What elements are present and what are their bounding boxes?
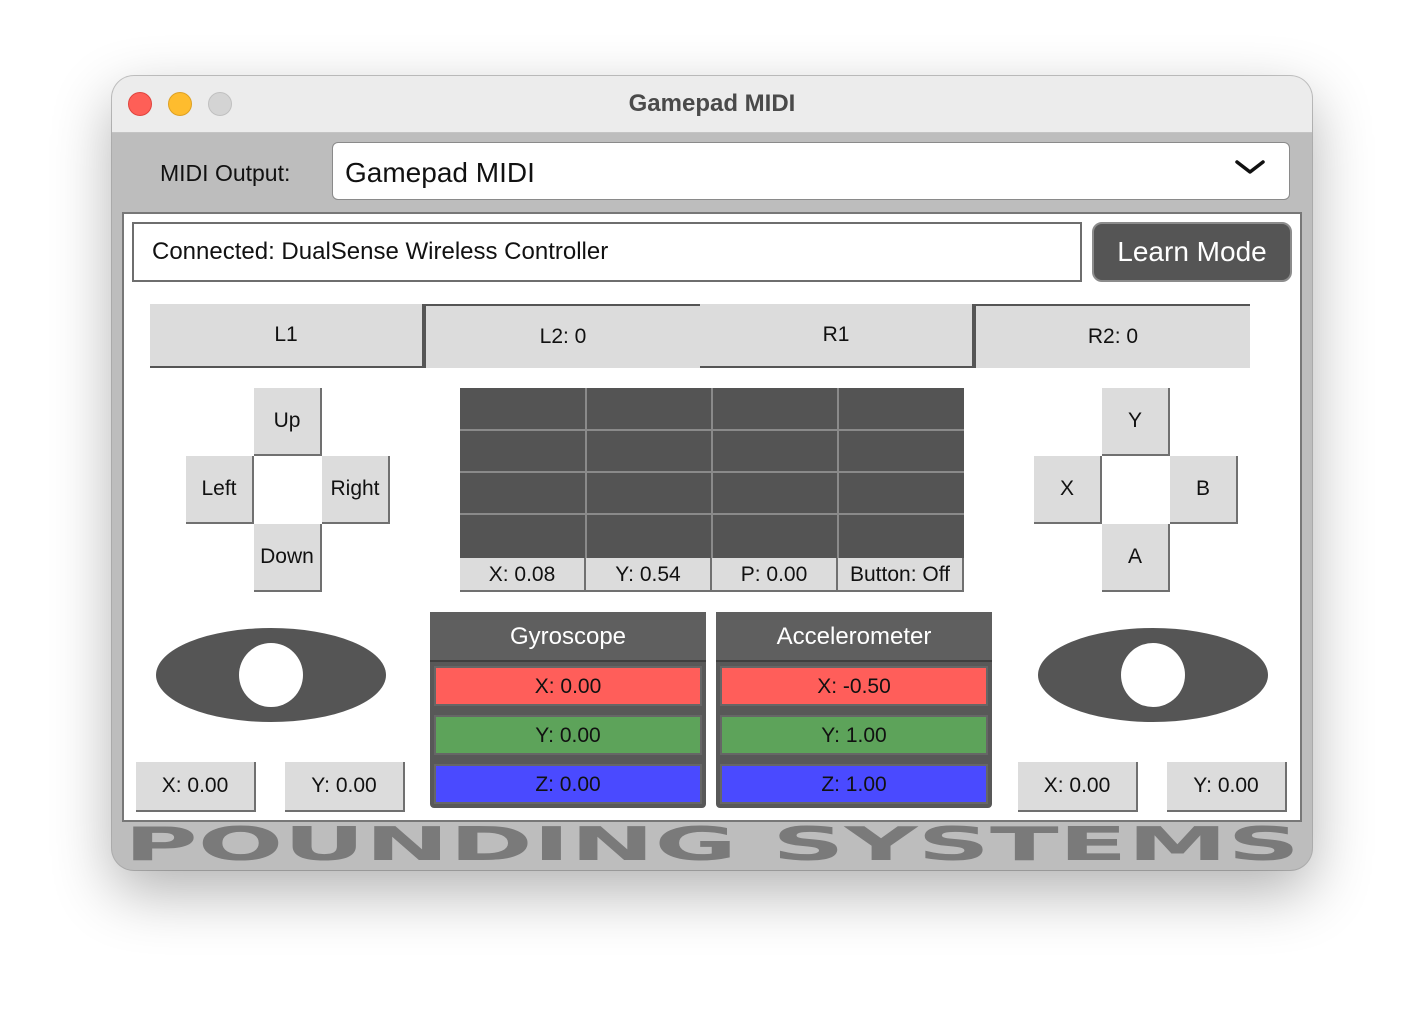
- connection-status: Connected: DualSense Wireless Controller: [132, 222, 1082, 282]
- pounding-systems-logo: POUNDING SYSTEMS: [124, 822, 1300, 868]
- left-stick-knob[interactable]: [239, 643, 303, 707]
- gyroscope-y-bar: Y: 0.00: [434, 715, 702, 755]
- accelerometer-z-bar: Z: 1.00: [720, 764, 988, 804]
- dpad-up-button[interactable]: Up: [254, 388, 322, 456]
- touchpad-grid-line: [585, 388, 587, 558]
- accelerometer-title: Accelerometer: [716, 612, 992, 662]
- midi-output-value: Gamepad MIDI: [345, 157, 535, 188]
- left-stick-y-readout: Y: 0.00: [285, 762, 405, 812]
- r1-button[interactable]: R1: [700, 304, 974, 368]
- midi-output-label: MIDI Output:: [160, 160, 291, 186]
- accelerometer-y-bar: Y: 1.00: [720, 715, 988, 755]
- face-x-button[interactable]: X: [1034, 456, 1102, 524]
- chevron-down-icon: [1235, 160, 1265, 174]
- gyroscope-z-bar: Z: 0.00: [434, 764, 702, 804]
- touchpad-grid-line: [460, 471, 964, 473]
- dpad-left-button[interactable]: Left: [186, 456, 254, 524]
- accelerometer-x-bar: X: -0.50: [720, 666, 988, 706]
- touchpad-grid-line: [837, 388, 839, 558]
- dpad-right-button[interactable]: Right: [322, 456, 390, 524]
- accelerometer-panel: Accelerometer X: -0.50 Y: 1.00 Z: 1.00: [716, 612, 992, 808]
- touchpad-grid-line: [460, 513, 964, 515]
- touchpad-pressure-readout: P: 0.00: [712, 558, 838, 592]
- touchpad-grid-line: [460, 429, 964, 431]
- l2-trigger[interactable]: L2: 0: [424, 304, 700, 368]
- title-bar: Gamepad MIDI: [112, 76, 1312, 133]
- dpad-down-button[interactable]: Down: [254, 524, 322, 592]
- l1-button[interactable]: L1: [150, 304, 424, 368]
- right-stick-x-readout: X: 0.00: [1018, 762, 1138, 812]
- right-stick-y-readout: Y: 0.00: [1167, 762, 1287, 812]
- app-window: Gamepad MIDI MIDI Output: Gamepad MIDI C…: [112, 76, 1312, 870]
- touchpad-y-readout: Y: 0.54: [586, 558, 712, 592]
- logo-text: POUNDING SYSTEMS: [124, 822, 1300, 868]
- midi-output-select[interactable]: Gamepad MIDI: [332, 142, 1290, 200]
- connection-status-text: Connected: DualSense Wireless Controller: [152, 238, 609, 265]
- face-a-button[interactable]: A: [1102, 524, 1170, 592]
- touchpad-area[interactable]: [460, 388, 964, 558]
- r2-trigger[interactable]: R2: 0: [974, 304, 1250, 368]
- face-y-button[interactable]: Y: [1102, 388, 1170, 456]
- face-b-button[interactable]: B: [1170, 456, 1238, 524]
- learn-mode-button[interactable]: Learn Mode: [1092, 222, 1292, 282]
- touchpad-grid-line: [711, 388, 713, 558]
- gyroscope-title: Gyroscope: [430, 612, 706, 662]
- touchpad-button-readout: Button: Off: [838, 558, 964, 592]
- gyroscope-panel: Gyroscope X: 0.00 Y: 0.00 Z: 0.00: [430, 612, 706, 808]
- window-title: Gamepad MIDI: [628, 90, 796, 117]
- touchpad-x-readout: X: 0.08: [460, 558, 586, 592]
- gyroscope-x-bar: X: 0.00: [434, 666, 702, 706]
- left-stick-x-readout: X: 0.00: [136, 762, 256, 812]
- right-stick-knob[interactable]: [1121, 643, 1185, 707]
